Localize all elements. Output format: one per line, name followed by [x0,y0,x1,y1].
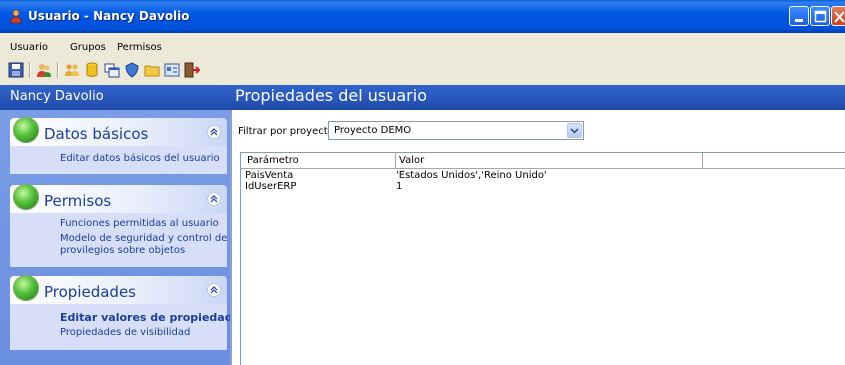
properties-grid: Parámetro Valor PaisVenta 'Estados Unido… [240,152,845,365]
close-button[interactable] [831,6,845,26]
cell-param: PaisVenta [245,170,294,181]
green-orb-icon [13,275,39,301]
database-icon[interactable] [84,62,100,78]
link-funciones-permitidas[interactable]: Funciones permitidas al usuario [60,218,219,229]
user-name-heading: Nancy Davolio [10,89,104,104]
link-editar-valores-propiedades[interactable]: Editar valores de propiedades [60,311,247,324]
collapse-chevron-icon[interactable] [207,283,221,297]
link-modelo-seguridad-cont[interactable]: provilegios sobre objetos [60,245,185,256]
menu-permisos[interactable]: Permisos [117,42,162,53]
task-pane: Datos básicos Editar datos básicos del u… [0,110,247,365]
group-datos-basicos-body: Editar datos básicos del usuario [10,146,227,174]
window-title: Usuario - Nancy Davolio [28,9,190,23]
group-propiedades-body: Editar valores de propiedades Propiedade… [10,304,247,350]
link-propiedades-visibilidad[interactable]: Propiedades de visibilidad [60,327,190,338]
app-icon [10,9,22,24]
project-select-value: Proyecto DEMO [334,125,412,136]
grid-header: Parámetro Valor [241,153,845,169]
minimize-button[interactable] [789,6,809,26]
group-label: Permisos [44,192,112,210]
group-datos-basicos-header[interactable]: Datos básicos [10,117,227,146]
column-header-valor[interactable]: Valor [399,155,424,166]
filter-label: Filtrar por proyecto: [238,126,338,137]
column-separator[interactable] [395,153,396,168]
title-bar[interactable]: Usuario - Nancy Davolio [0,0,845,33]
toolbar [0,58,845,84]
menu-bar: Usuario Grupos Permisos [0,37,845,57]
green-orb-icon [13,117,39,143]
group-permisos-body: Funciones permitidas al usuario Modelo d… [10,213,227,267]
link-editar-datos-basicos[interactable]: Editar datos básicos del usuario [60,153,220,164]
cell-value: 1 [396,181,403,192]
menu-usuario[interactable]: Usuario [10,42,48,53]
green-orb-icon [13,184,39,210]
toolbar-separator [57,62,59,78]
group-label: Datos básicos [44,125,149,143]
maximize-button[interactable] [810,6,830,26]
project-select[interactable]: Proyecto DEMO [328,121,584,140]
group-label: Propiedades [44,283,136,301]
folder-icon[interactable] [144,62,160,78]
page-title: Propiedades del usuario [235,86,427,105]
group-icon[interactable] [64,62,80,78]
toolbar-separator [29,62,31,78]
column-header-parametro[interactable]: Parámetro [247,155,299,166]
column-separator[interactable] [702,153,703,168]
group-permisos-header[interactable]: Permisos [10,184,227,213]
collapse-chevron-icon[interactable] [207,125,221,139]
table-row[interactable]: IdUserERP 1 [241,181,845,193]
exit-icon[interactable] [184,62,200,78]
cell-param: IdUserERP [245,181,297,192]
save-icon[interactable] [8,62,24,78]
group-propiedades-header[interactable]: Propiedades [10,275,227,304]
maximize-icon [814,10,827,23]
users-icon[interactable] [36,62,52,78]
settings-panel-icon[interactable] [164,62,180,78]
link-modelo-seguridad[interactable]: Modelo de seguridad y control de [60,233,227,244]
close-icon [834,11,845,23]
windows-icon[interactable] [104,62,120,78]
shield-icon[interactable] [124,62,140,78]
dropdown-arrow-icon[interactable] [567,123,582,138]
collapse-chevron-icon[interactable] [207,192,221,206]
cell-value: 'Estados Unidos','Reino Unido' [396,170,547,181]
menu-grupos[interactable]: Grupos [70,42,106,53]
minimize-icon [795,19,803,22]
